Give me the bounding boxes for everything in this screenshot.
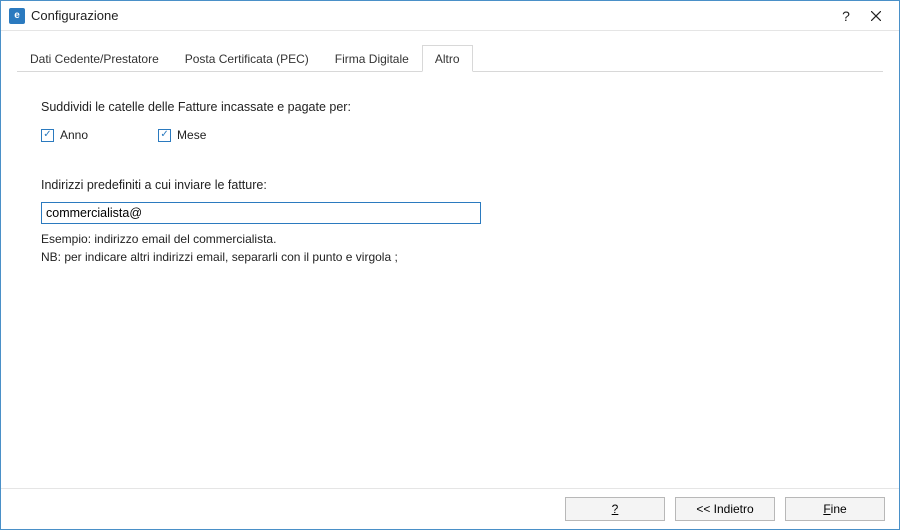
- app-icon: e: [9, 8, 25, 24]
- nb-text: NB: per indicare altri indirizzi email, …: [41, 248, 859, 266]
- checkbox-mese-label: Mese: [177, 128, 206, 142]
- help-button[interactable]: ?: [565, 497, 665, 521]
- content-area: Dati Cedente/Prestatore Posta Certificat…: [1, 31, 899, 488]
- check-icon: ✓: [41, 129, 54, 142]
- finish-button[interactable]: Fine: [785, 497, 885, 521]
- split-checkbox-row: ✓ Anno ✓ Mese: [41, 128, 859, 142]
- back-button[interactable]: << Indietro: [675, 497, 775, 521]
- config-window: e Configurazione ? Dati Cedente/Prestato…: [0, 0, 900, 530]
- tab-pec[interactable]: Posta Certificata (PEC): [172, 45, 322, 72]
- window-title: Configurazione: [31, 8, 831, 23]
- recipients-label: Indirizzi predefiniti a cui inviare le f…: [41, 178, 859, 192]
- footer: ? << Indietro Fine: [1, 488, 899, 529]
- tab-strip: Dati Cedente/Prestatore Posta Certificat…: [17, 45, 883, 72]
- tabpane-altro: Suddividi le catelle delle Fatture incas…: [17, 72, 883, 488]
- finish-button-label: Fine: [823, 502, 846, 516]
- checkbox-mese[interactable]: ✓ Mese: [158, 128, 206, 142]
- recipients-input[interactable]: [41, 202, 481, 224]
- split-folders-label: Suddividi le catelle delle Fatture incas…: [41, 100, 859, 114]
- titlebar: e Configurazione ?: [1, 1, 899, 31]
- tab-altro[interactable]: Altro: [422, 45, 473, 72]
- close-icon[interactable]: [861, 4, 891, 28]
- help-button-label: ?: [612, 502, 619, 516]
- back-button-label: << Indietro: [696, 502, 753, 516]
- checkbox-anno-label: Anno: [60, 128, 88, 142]
- tab-dati-cedente[interactable]: Dati Cedente/Prestatore: [17, 45, 172, 72]
- help-icon[interactable]: ?: [831, 4, 861, 28]
- tab-firma-digitale[interactable]: Firma Digitale: [322, 45, 422, 72]
- checkbox-anno[interactable]: ✓ Anno: [41, 128, 88, 142]
- example-text: Esempio: indirizzo email del commerciali…: [41, 230, 859, 248]
- check-icon: ✓: [158, 129, 171, 142]
